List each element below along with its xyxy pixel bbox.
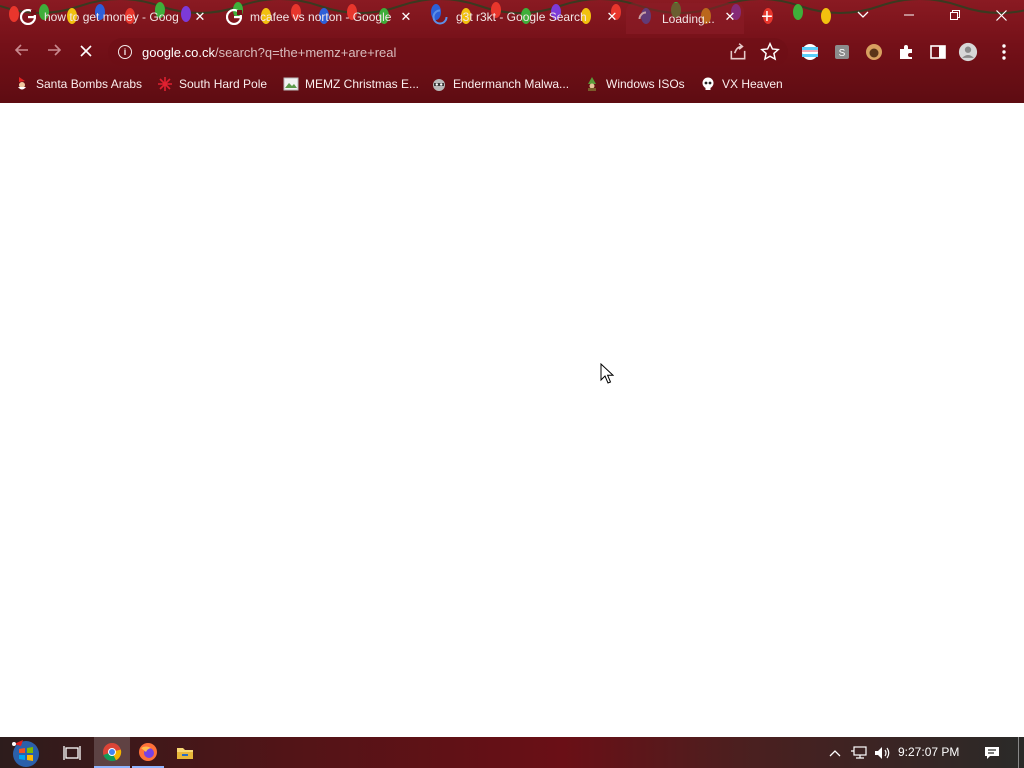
forward-button[interactable] — [44, 42, 64, 62]
image-icon — [283, 77, 299, 91]
close-tab-icon[interactable]: ✕ — [722, 9, 738, 25]
close-window-button[interactable] — [978, 0, 1024, 30]
snowflake-icon — [158, 77, 172, 91]
network-icon — [851, 745, 867, 759]
url-text[interactable]: google.co.ck/search?q=the+memz+are+real — [142, 45, 396, 60]
close-tab-icon[interactable]: ✕ — [604, 9, 620, 25]
avatar-extension-icon[interactable] — [864, 42, 884, 62]
bookmark-windows-isos[interactable]: Windows ISOs — [584, 75, 685, 93]
volume-button[interactable] — [872, 737, 894, 768]
tab-title: mcafee vs norton - Google — [250, 10, 392, 24]
close-tab-icon[interactable]: ✕ — [398, 9, 414, 25]
info-icon[interactable]: i — [118, 45, 132, 59]
gnome-icon — [588, 77, 596, 91]
network-button[interactable] — [848, 737, 870, 768]
tab-mcafee-vs-norton[interactable]: mcafee vs norton - Google ✕ — [214, 3, 420, 31]
close-tab-icon[interactable]: ✕ — [192, 9, 208, 25]
star-bookmark-icon[interactable] — [760, 42, 780, 62]
bookmark-label: VX Heaven — [722, 77, 783, 91]
action-center-button[interactable] — [978, 737, 1006, 768]
bookmark-vx-heaven[interactable]: VX Heaven — [700, 75, 783, 93]
close-icon — [80, 45, 92, 57]
start-button[interactable] — [4, 737, 48, 768]
side-panel-icon[interactable] — [928, 42, 948, 62]
flag-extension-icon[interactable] — [800, 42, 820, 62]
new-tab-button[interactable]: + — [758, 7, 776, 27]
close-icon — [995, 9, 1007, 21]
loading-spinner-icon — [432, 9, 448, 25]
task-view-icon — [63, 745, 81, 760]
svg-text:S: S — [839, 48, 846, 59]
restore-button[interactable] — [932, 0, 978, 30]
minimize-icon — [904, 14, 914, 16]
raccoon-icon — [433, 79, 445, 91]
browser-toolbar: i google.co.ck/search?q=the+memz+are+rea… — [0, 34, 1024, 70]
taskbar-chrome[interactable] — [94, 737, 130, 768]
notification-icon — [985, 746, 999, 759]
bookmark-label: Endermanch Malwa... — [453, 77, 570, 91]
arrow-right-icon — [48, 44, 62, 56]
bookmark-endermanch-malware[interactable]: Endermanch Malwa... — [431, 75, 569, 93]
tab-title: g3t r3kt - Google Search — [456, 10, 587, 24]
show-desktop-button[interactable] — [1018, 737, 1024, 768]
santa-icon — [18, 77, 26, 90]
bookmarks-bar: Santa Bombs Arabs South Hard Pole MEMZ C… — [0, 70, 1024, 98]
taskbar-file-explorer[interactable] — [168, 737, 202, 768]
loading-spinner-icon — [638, 11, 647, 19]
page-content-blank[interactable] — [0, 103, 1024, 737]
minimize-button[interactable] — [886, 0, 932, 30]
bookmark-label: Windows ISOs — [606, 77, 685, 91]
s-extension-icon[interactable]: S — [832, 42, 852, 62]
bookmark-label: South Hard Pole — [179, 77, 268, 91]
bookmark-label: Santa Bombs Arabs — [36, 77, 143, 91]
tab-g3t-r3kt[interactable]: g3t r3kt - Google Search ✕ — [420, 3, 626, 31]
chevron-down-icon — [857, 11, 869, 18]
google-g-icon — [226, 9, 242, 25]
url-path: /search?q=the+memz+are+real — [215, 45, 397, 60]
kebab-menu-icon[interactable] — [994, 42, 1014, 62]
chrome-icon — [103, 742, 122, 761]
share-icon[interactable] — [728, 42, 748, 62]
mouse-cursor-icon — [600, 363, 614, 384]
back-button[interactable] — [12, 42, 32, 62]
arrow-left-icon — [14, 44, 28, 56]
google-g-icon — [20, 9, 36, 25]
tab-title: how to get money - Goog — [44, 10, 179, 24]
tab-how-to-get-money[interactable]: how to get money - Goog ✕ — [8, 3, 214, 31]
folder-icon — [177, 747, 193, 759]
task-view-button[interactable] — [56, 737, 88, 768]
windows-start-icon — [12, 739, 39, 767]
skull-icon — [702, 77, 714, 90]
tab-strip: how to get money - Goog ✕ mcafee vs nort… — [0, 0, 1024, 34]
browser-chrome: how to get money - Goog ✕ mcafee vs nort… — [0, 0, 1024, 103]
chevron-up-icon — [829, 749, 841, 756]
tab-loading-active[interactable]: Loading... ✕ — [626, 3, 744, 34]
restore-icon — [950, 10, 960, 20]
tab-title: Loading... — [662, 11, 715, 26]
url-host: google.co.ck — [142, 45, 215, 60]
bookmark-memz-christmas[interactable]: MEMZ Christmas E... — [283, 75, 419, 93]
windows-taskbar: 9:27:07 PM — [0, 737, 1024, 768]
bookmark-label: MEMZ Christmas E... — [305, 77, 420, 91]
speaker-icon — [875, 746, 890, 759]
puzzle-extensions-icon[interactable] — [896, 42, 916, 62]
firefox-icon — [139, 742, 157, 761]
bookmark-south-hard-pole[interactable]: South Hard Pole — [157, 75, 267, 93]
bookmark-santa-bombs-arabs[interactable]: Santa Bombs Arabs — [14, 75, 142, 93]
taskbar-firefox[interactable] — [132, 737, 164, 768]
stop-loading-button[interactable] — [76, 42, 96, 62]
taskbar-clock[interactable]: 9:27:07 PM — [898, 745, 959, 759]
profile-avatar-icon[interactable] — [958, 42, 978, 62]
tab-search-button[interactable] — [840, 0, 886, 30]
show-hidden-icons-button[interactable] — [824, 737, 846, 768]
address-bar[interactable]: i google.co.ck/search?q=the+memz+are+rea… — [108, 38, 788, 66]
